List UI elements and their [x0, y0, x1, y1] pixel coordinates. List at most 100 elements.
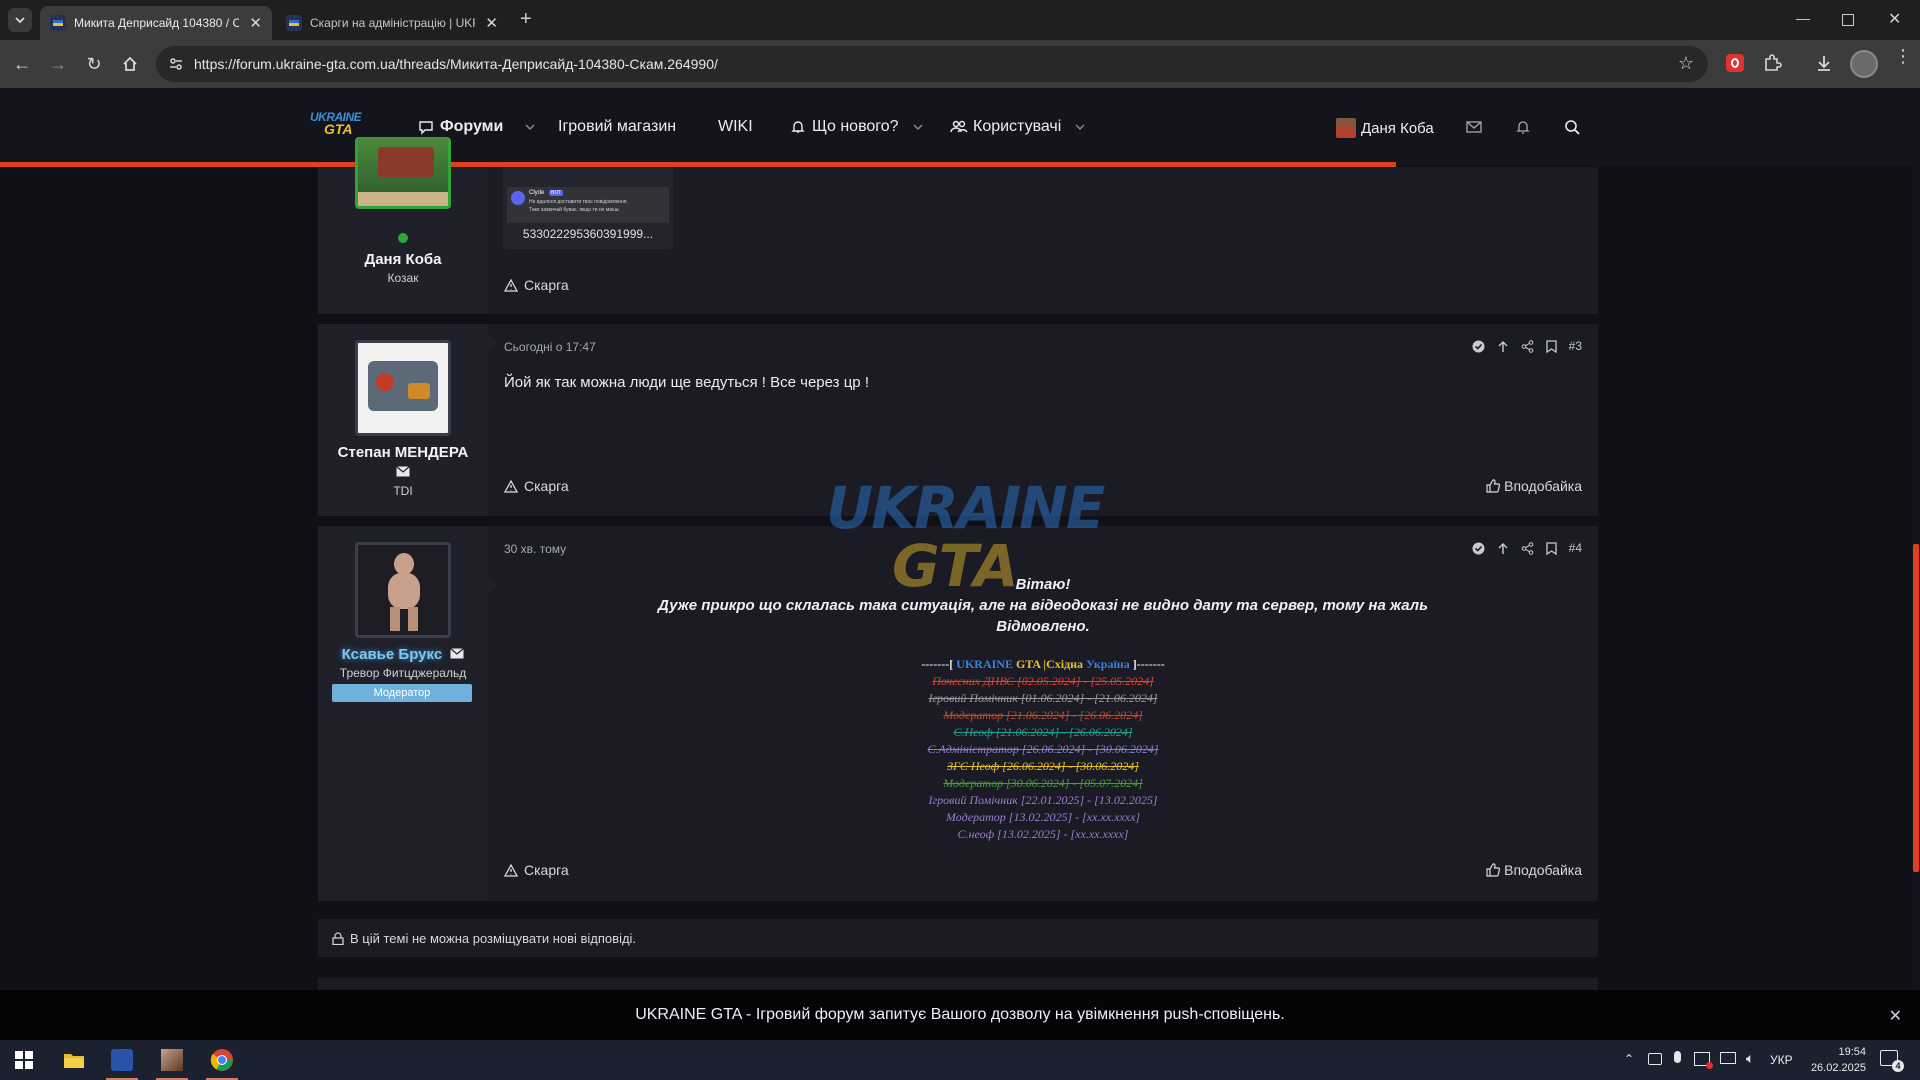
account-menu[interactable]: Даня Коба — [1336, 118, 1434, 138]
scrollbar-thumb[interactable] — [1913, 544, 1919, 872]
share-icon[interactable] — [1521, 339, 1534, 353]
avatar[interactable] — [355, 542, 451, 638]
like-button[interactable]: Вподобайка — [1486, 478, 1582, 494]
check-shield-icon[interactable] — [1472, 542, 1485, 555]
post-author-name[interactable]: Ксавье Брукс — [318, 646, 488, 663]
attachment-preview-line: Таке зазвичай буває, якщо ти не маєш — [529, 207, 619, 213]
profile-avatar[interactable] — [1850, 50, 1878, 78]
search-icon[interactable] — [1564, 119, 1580, 135]
nav-members-label: Користувачі — [973, 118, 1062, 135]
share-icon[interactable] — [1521, 541, 1534, 555]
tab-title: Скарги на адміністрацію | UKR — [310, 16, 476, 30]
post-number[interactable]: #4 — [1569, 541, 1582, 555]
taskbar-photo-app[interactable] — [148, 1040, 196, 1080]
report-label: Скарга — [524, 862, 569, 878]
tray-microphone-icon[interactable] — [1674, 1051, 1681, 1063]
chat-bubble-icon — [419, 121, 433, 135]
nav-shop[interactable]: Ігровий магазин — [558, 118, 676, 136]
post-date[interactable]: Сьогодні о 17:47 — [504, 340, 596, 354]
bookmark-icon[interactable] — [1545, 541, 1557, 555]
forward-icon[interactable]: → — [46, 52, 70, 76]
browser-tab-active[interactable]: Микита Деприсайд 104380 / Ск ✕ — [40, 6, 272, 40]
post-body: Вітаю! Дуже прикро що склалась така ситу… — [488, 574, 1598, 637]
home-icon[interactable] — [118, 52, 142, 76]
chevron-down-icon[interactable] — [525, 122, 535, 132]
avatar[interactable] — [355, 340, 451, 436]
post-body-line: Дуже прикро що склалась така ситуація, а… — [658, 597, 1428, 614]
tray-security-icon[interactable] — [1694, 1052, 1713, 1069]
arrow-up-icon[interactable] — [1497, 542, 1509, 555]
chevron-down-icon[interactable] — [1075, 122, 1085, 132]
new-tab-button[interactable]: + — [520, 8, 532, 31]
bookmark-star-icon[interactable]: ☆ — [1678, 53, 1694, 74]
tab-title: Микита Деприсайд 104380 / Ск — [74, 16, 240, 30]
back-icon[interactable]: ← — [10, 52, 34, 76]
post-number[interactable]: #3 — [1569, 339, 1582, 353]
start-button[interactable] — [0, 1040, 48, 1080]
tray-show-hidden-icon[interactable]: ⌃ — [1624, 1052, 1634, 1066]
thread-locked-notice: В цій темі не можна розміщувати нові від… — [318, 919, 1598, 957]
tray-camera-icon[interactable] — [1648, 1053, 1662, 1065]
avatar[interactable] — [355, 137, 451, 209]
report-link[interactable]: Скарга — [504, 277, 569, 293]
tray-clock[interactable]: 19:54 26.02.2025 — [1806, 1044, 1866, 1076]
taskbar-game-launcher[interactable] — [98, 1040, 146, 1080]
discord-avatar-icon — [511, 191, 525, 205]
close-icon[interactable]: ✕ — [1889, 1006, 1902, 1026]
attachment-preview-sender: Clyde — [529, 190, 545, 196]
report-link[interactable]: Скарга — [504, 862, 569, 878]
arrow-up-icon[interactable] — [1497, 340, 1509, 353]
browser-tab[interactable]: Скарги на адміністрацію | UKR ✕ — [276, 6, 508, 40]
attachment-thumbnail[interactable]: Clyde BOT Не вдалося доставити твоє пові… — [503, 167, 673, 249]
download-icon[interactable] — [1814, 53, 1834, 73]
signature-header-gta: GTA — [1015, 657, 1041, 671]
taskbar-file-explorer[interactable] — [50, 1040, 98, 1080]
nav-wiki[interactable]: WIKI — [718, 118, 753, 136]
site-settings-icon[interactable] — [168, 56, 184, 72]
post-author-name[interactable]: Степан МЕНДЕРА — [318, 444, 488, 461]
minimize-window-icon[interactable]: — — [1796, 10, 1810, 26]
report-link[interactable]: Скарга — [504, 478, 569, 494]
nav-whats-new-label: Що нового? — [812, 118, 899, 135]
bookmark-icon[interactable] — [1545, 339, 1557, 353]
attachment-filename[interactable]: 533022295360391999... — [503, 227, 673, 241]
notification-center-icon[interactable]: 4 — [1880, 1050, 1904, 1072]
close-tab-icon[interactable]: ✕ — [485, 14, 498, 32]
check-shield-icon[interactable] — [1472, 340, 1485, 353]
tray-volume-icon[interactable]: 🔈︎ — [1746, 1050, 1754, 1067]
signature-line: Почесних ДНВС [02.05.2024] - [25.05.2024… — [932, 674, 1154, 688]
browser-menu-icon[interactable]: ⋮ — [1894, 47, 1912, 65]
extension-opera-icon[interactable] — [1726, 54, 1744, 72]
like-button[interactable]: Вподобайка — [1486, 862, 1582, 878]
page-scrollbar[interactable] — [1912, 166, 1920, 990]
close-window-icon[interactable]: ✕ — [1888, 9, 1901, 29]
close-tab-icon[interactable]: ✕ — [249, 14, 262, 32]
chevron-down-icon[interactable] — [913, 122, 923, 132]
tray-language[interactable]: УКР — [1770, 1053, 1793, 1067]
extensions-puzzle-icon[interactable] — [1762, 53, 1782, 73]
nav-forums[interactable]: Форуми — [418, 118, 535, 136]
address-bar[interactable]: https://forum.ukraine-gta.com.ua/threads… — [156, 46, 1708, 82]
post-date[interactable]: 30 хв. тому — [504, 542, 566, 556]
photo-app-icon — [161, 1049, 183, 1071]
inbox-envelope-icon[interactable] — [1466, 120, 1482, 134]
tray-network-icon[interactable] — [1720, 1052, 1736, 1064]
post-body: Йой як так можна люди ще ведуться ! Все … — [504, 374, 869, 391]
restore-window-icon[interactable] — [1842, 14, 1854, 26]
envelope-icon[interactable] — [450, 648, 465, 659]
signature-line: Модератор [13.02.2025] - [xx.xx.xxxx] — [945, 810, 1141, 824]
taskbar-chrome[interactable] — [198, 1040, 246, 1080]
alerts-bell-icon[interactable] — [1515, 119, 1531, 135]
post-author-name[interactable]: Даня Коба — [318, 251, 488, 268]
push-notification-bar[interactable]: UKRAINE GTA - Ігровий форум запитує Вашо… — [0, 990, 1920, 1040]
tab-search-button[interactable] — [8, 8, 32, 32]
signature-line: Ігровий Помічник [01.06.2024] - [21.06.2… — [928, 691, 1158, 705]
users-icon — [950, 120, 968, 133]
signature-line: С.Адміністратор [26.06.2024] - [30.06.20… — [927, 742, 1159, 756]
signature-line: Модератор [30.06.2024] - [05.07.2024] — [943, 776, 1143, 790]
envelope-icon[interactable] — [396, 466, 410, 477]
nav-whats-new[interactable]: Що нового? — [790, 118, 923, 136]
nav-members[interactable]: Користувачі — [950, 118, 1085, 136]
reload-icon[interactable]: ↻ — [82, 52, 106, 76]
post-body-line: Вітаю! — [1015, 576, 1071, 593]
